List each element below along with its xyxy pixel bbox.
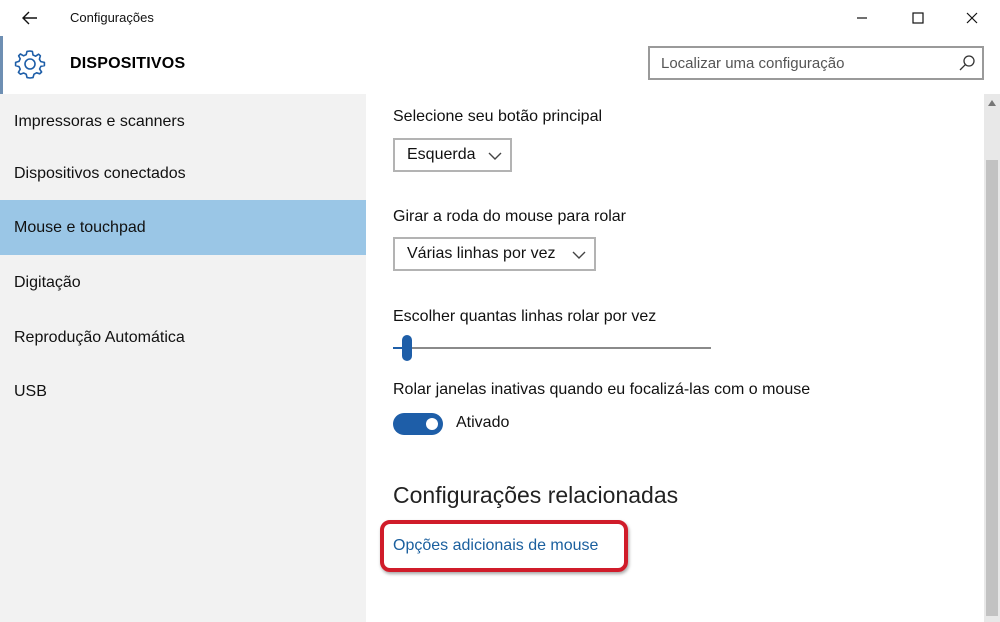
section-title: DISPOSITIVOS	[70, 55, 186, 72]
close-button[interactable]	[944, 0, 1000, 36]
title-bar: Configurações	[0, 0, 1000, 36]
back-button[interactable]	[12, 4, 48, 32]
main-content: Selecione seu botão principal Esquerda G…	[366, 94, 1000, 622]
scroll-up-icon[interactable]	[988, 100, 996, 106]
inactive-scroll-label: Rolar janelas inativas quando eu focaliz…	[393, 381, 811, 398]
close-icon	[966, 12, 978, 24]
scrollbar[interactable]	[984, 94, 1000, 622]
sidebar-item-digitacao[interactable]: Digitação	[0, 255, 366, 310]
scroll-wheel-label: Girar a roda do mouse para rolar	[393, 208, 626, 225]
chevron-down-icon	[572, 251, 586, 259]
scroll-thumb[interactable]	[986, 160, 998, 616]
maximize-icon	[912, 12, 924, 24]
scroll-wheel-value: Várias linhas por vez	[407, 245, 556, 262]
inactive-scroll-toggle[interactable]	[393, 413, 443, 435]
sidebar-nav: Impressoras e scanners Dispositivos cone…	[0, 94, 366, 622]
additional-mouse-options-link[interactable]: Opções adicionais de mouse	[393, 537, 598, 555]
slider-track	[393, 347, 711, 349]
scroll-wheel-dropdown[interactable]: Várias linhas por vez	[393, 237, 596, 271]
sidebar-item-mouse-touchpad[interactable]: Mouse e touchpad	[0, 200, 366, 255]
lines-slider[interactable]	[393, 333, 711, 363]
sidebar-item-usb[interactable]: USB	[0, 364, 366, 419]
toggle-state-text: Ativado	[456, 414, 510, 431]
maximize-button[interactable]	[890, 0, 946, 36]
chevron-down-icon	[488, 152, 502, 160]
search-input[interactable]	[650, 48, 950, 78]
sidebar-item-dispositivos-conectados[interactable]: Dispositivos conectados	[0, 146, 366, 201]
primary-button-label: Selecione seu botão principal	[393, 108, 603, 125]
search-box[interactable]	[648, 46, 984, 80]
toggle-knob	[426, 418, 438, 430]
minimize-button[interactable]	[834, 0, 890, 36]
slider-thumb[interactable]	[402, 335, 412, 361]
window-title: Configurações	[70, 10, 154, 25]
minimize-icon	[857, 17, 867, 19]
gear-icon	[14, 50, 46, 79]
lines-slider-label: Escolher quantas linhas rolar por vez	[393, 308, 657, 325]
related-settings-heading: Configurações relacionadas	[393, 482, 679, 508]
primary-button-dropdown[interactable]: Esquerda	[393, 138, 512, 172]
settings-header: DISPOSITIVOS	[0, 36, 1000, 94]
search-icon[interactable]	[958, 54, 976, 72]
settings-window: Configurações DISPOSITIVOS Localizar uma…	[0, 0, 1000, 622]
sidebar-item-impressoras[interactable]: Impressoras e scanners	[0, 94, 366, 149]
primary-button-value: Esquerda	[407, 146, 476, 163]
sidebar-item-reproducao-automatica[interactable]: Reprodução Automática	[0, 310, 366, 365]
back-arrow-icon	[22, 11, 37, 25]
